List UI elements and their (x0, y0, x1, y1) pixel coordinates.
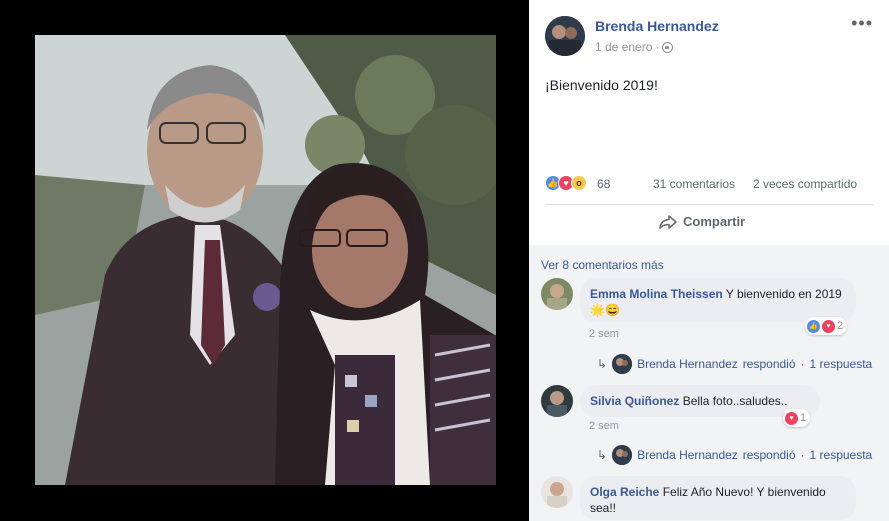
comments-count[interactable]: 31 comentarios (653, 177, 735, 191)
comment-reactions[interactable]: 👍 ♥ 2 (805, 317, 848, 335)
photo-viewer: Brenda Hernandez 1 de enero · ••• ¡Bienv… (0, 0, 889, 521)
view-more-comments-link[interactable]: Ver 8 comentarios más (541, 258, 664, 272)
comment-bubble: Olga Reiche Feliz Año Nuevo! Y bienvenid… (580, 476, 856, 520)
post-meta: 1 de enero · (595, 40, 674, 54)
comment-item: Emma Molina Theissen Y bienvenido en 201… (541, 278, 889, 388)
photo-pane[interactable] (0, 0, 529, 521)
commenter-name[interactable]: Silvia Quiñonez (590, 394, 679, 408)
love-icon: ♥ (822, 319, 835, 333)
post-sidebar: Brenda Hernandez 1 de enero · ••• ¡Bienv… (529, 0, 889, 521)
reply-author: Brenda Hernandez (637, 357, 738, 371)
share-icon (659, 214, 677, 229)
more-options-icon[interactable]: ••• (851, 14, 873, 32)
post-text: ¡Bienvenido 2019! (545, 77, 658, 93)
avatar-image (541, 476, 573, 508)
commenter-avatar[interactable] (541, 476, 573, 508)
photo-illustration (35, 35, 496, 485)
love-icon: ♥ (785, 411, 798, 425)
post-photo[interactable] (35, 35, 496, 485)
reply-author: Brenda Hernandez (637, 448, 738, 462)
meta-separator: · (655, 40, 660, 54)
reply-summary[interactable]: ↳ Brenda Hernandez respondió · 1 respues… (597, 445, 872, 465)
post-header: Brenda Hernandez 1 de enero · (545, 16, 889, 60)
divider (545, 204, 873, 205)
share-label: Compartir (683, 214, 746, 229)
avatar-image (545, 16, 585, 56)
reply-count: 1 respuesta (809, 357, 873, 371)
reply-avatar (612, 354, 633, 374)
shares-count[interactable]: 2 veces compartido (753, 177, 857, 191)
reply-verb: respondió (742, 357, 796, 371)
like-icon: 👍 (807, 319, 820, 333)
commenter-name[interactable]: Olga Reiche (590, 485, 659, 499)
share-button[interactable]: Compartir (659, 214, 745, 229)
author-avatar[interactable] (545, 16, 585, 56)
globe-icon[interactable] (662, 41, 674, 53)
avatar-image (541, 278, 573, 310)
comment-reaction-count: 1 (800, 412, 807, 424)
commenter-avatar[interactable] (541, 385, 573, 417)
commenter-avatar[interactable] (541, 278, 573, 310)
reaction-count[interactable]: 68 (597, 177, 610, 191)
comment-item: Silvia Quiñonez Bella foto..saludes.. ♥ … (541, 385, 889, 475)
reply-separator: · (800, 448, 805, 462)
comment-reaction-count: 2 (837, 320, 844, 332)
reply-count: 1 respuesta (809, 448, 873, 462)
avatar-image (541, 385, 573, 417)
reply-arrow-icon: ↳ (597, 357, 608, 371)
comment-reactions[interactable]: ♥ 1 (783, 409, 811, 427)
reply-verb: respondió (742, 448, 796, 462)
comment-bubble: Emma Molina Theissen Y bienvenido en 201… (580, 278, 856, 322)
avatar-image (612, 354, 633, 374)
post-author-name[interactable]: Brenda Hernandez (595, 18, 719, 34)
reply-avatar (612, 445, 633, 465)
reaction-icons[interactable]: 👍 ♥ o (545, 175, 587, 191)
reply-separator: · (800, 357, 805, 371)
comment-item: Olga Reiche Feliz Año Nuevo! Y bienvenid… (541, 476, 889, 521)
wow-icon: o (571, 175, 587, 191)
comment-time[interactable]: 2 sem (589, 420, 619, 432)
reply-summary[interactable]: ↳ Brenda Hernandez respondió · 1 respues… (597, 354, 872, 374)
comments-section: Ver 8 comentarios más Emma Molina Theiss… (529, 245, 889, 521)
comment-text: Bella foto..saludes.. (682, 394, 788, 408)
commenter-name[interactable]: Emma Molina Theissen (590, 287, 723, 301)
avatar-image (612, 445, 633, 465)
reactions-bar: 👍 ♥ o 68 31 comentarios 2 veces comparti… (545, 174, 873, 194)
reply-arrow-icon: ↳ (597, 448, 608, 462)
comment-time[interactable]: 2 sem (589, 328, 619, 340)
post-date[interactable]: 1 de enero (595, 40, 652, 54)
